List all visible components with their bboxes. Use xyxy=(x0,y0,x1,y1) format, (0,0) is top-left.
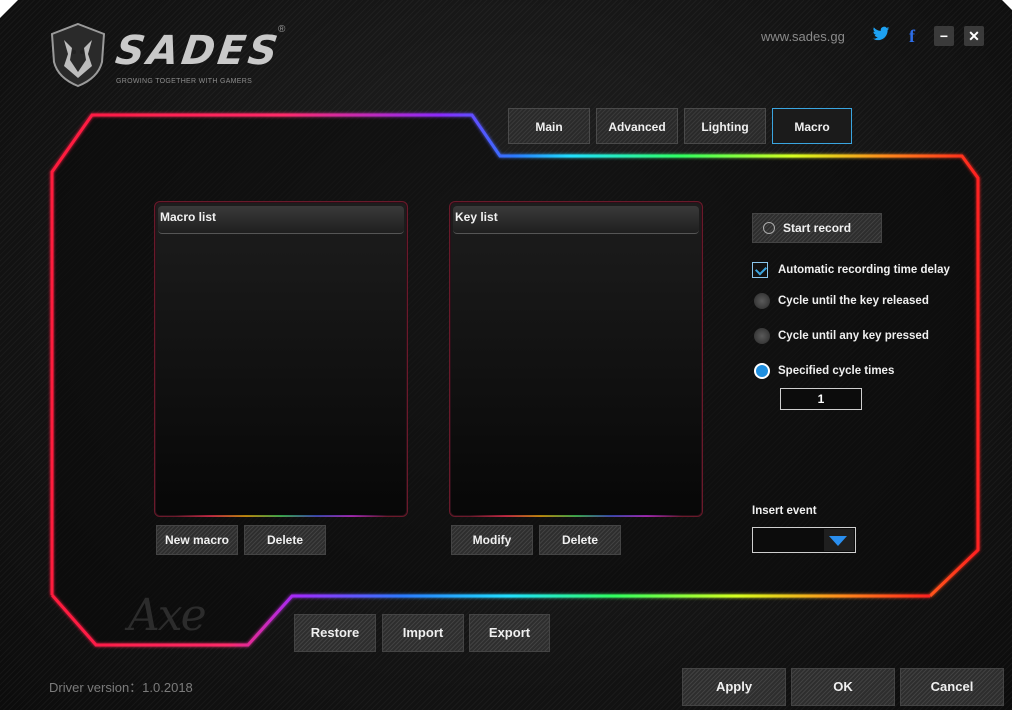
insert-event-label: Insert event xyxy=(752,505,817,517)
radio-unselected-icon xyxy=(754,293,770,309)
close-button[interactable]: ✕ xyxy=(964,26,984,46)
apply-button[interactable]: Apply xyxy=(682,668,786,706)
tab-macro[interactable]: Macro xyxy=(772,108,852,144)
tab-lighting[interactable]: Lighting xyxy=(684,108,766,144)
cycle-release-label: Cycle until the key released xyxy=(778,295,929,307)
brand-tagline: GROWING TOGETHER WITH GAMERS xyxy=(116,78,253,85)
twitter-icon[interactable] xyxy=(871,26,891,46)
radio-selected-icon xyxy=(754,363,770,379)
delete-key-button[interactable]: Delete xyxy=(539,525,621,555)
registered-mark: ® xyxy=(278,24,286,35)
cycle-any-label: Cycle until any key pressed xyxy=(778,330,929,342)
ok-button[interactable]: OK xyxy=(791,668,895,706)
cycle-times-input[interactable]: 1 xyxy=(780,388,862,410)
sades-logo: SADES ® GROWING TOGETHER WITH GAMERS xyxy=(48,22,308,92)
start-record-label: Start record xyxy=(783,221,852,235)
dropdown-toggle[interactable] xyxy=(824,529,854,551)
auto-delay-label: Automatic recording time delay xyxy=(778,264,950,276)
modify-key-button[interactable]: Modify xyxy=(451,525,533,555)
insert-event-dropdown[interactable] xyxy=(752,527,856,553)
radio-unselected-icon xyxy=(754,328,770,344)
minimize-button[interactable]: − xyxy=(934,26,954,46)
checkbox-checked-icon xyxy=(752,262,768,278)
wolf-emblem-icon xyxy=(50,22,106,88)
new-macro-button[interactable]: New macro xyxy=(156,525,238,555)
macro-list[interactable]: Macro list xyxy=(154,201,408,517)
chevron-down-icon xyxy=(829,536,847,546)
restore-button[interactable]: Restore xyxy=(294,614,376,652)
brand-name: SADES xyxy=(112,28,284,74)
model-watermark: Axe xyxy=(128,590,207,641)
record-indicator-icon xyxy=(763,222,775,234)
import-button[interactable]: Import xyxy=(382,614,464,652)
start-record-button[interactable]: Start record xyxy=(752,213,882,243)
app-window: SADES ® GROWING TOGETHER WITH GAMERS www… xyxy=(0,0,1012,710)
driver-version: Driver version：1.0.2018 xyxy=(49,680,193,695)
delete-macro-button[interactable]: Delete xyxy=(244,525,326,555)
facebook-icon[interactable]: f xyxy=(902,26,922,46)
key-list-header: Key list xyxy=(453,206,699,234)
macro-list-header: Macro list xyxy=(158,206,404,234)
website-link[interactable]: www.sades.gg xyxy=(761,29,845,44)
specified-cycle-label: Specified cycle times xyxy=(778,365,895,377)
key-list[interactable]: Key list xyxy=(449,201,703,517)
export-button[interactable]: Export xyxy=(469,614,550,652)
tab-advanced[interactable]: Advanced xyxy=(596,108,678,144)
cancel-button[interactable]: Cancel xyxy=(900,668,1004,706)
tab-main[interactable]: Main xyxy=(508,108,590,144)
